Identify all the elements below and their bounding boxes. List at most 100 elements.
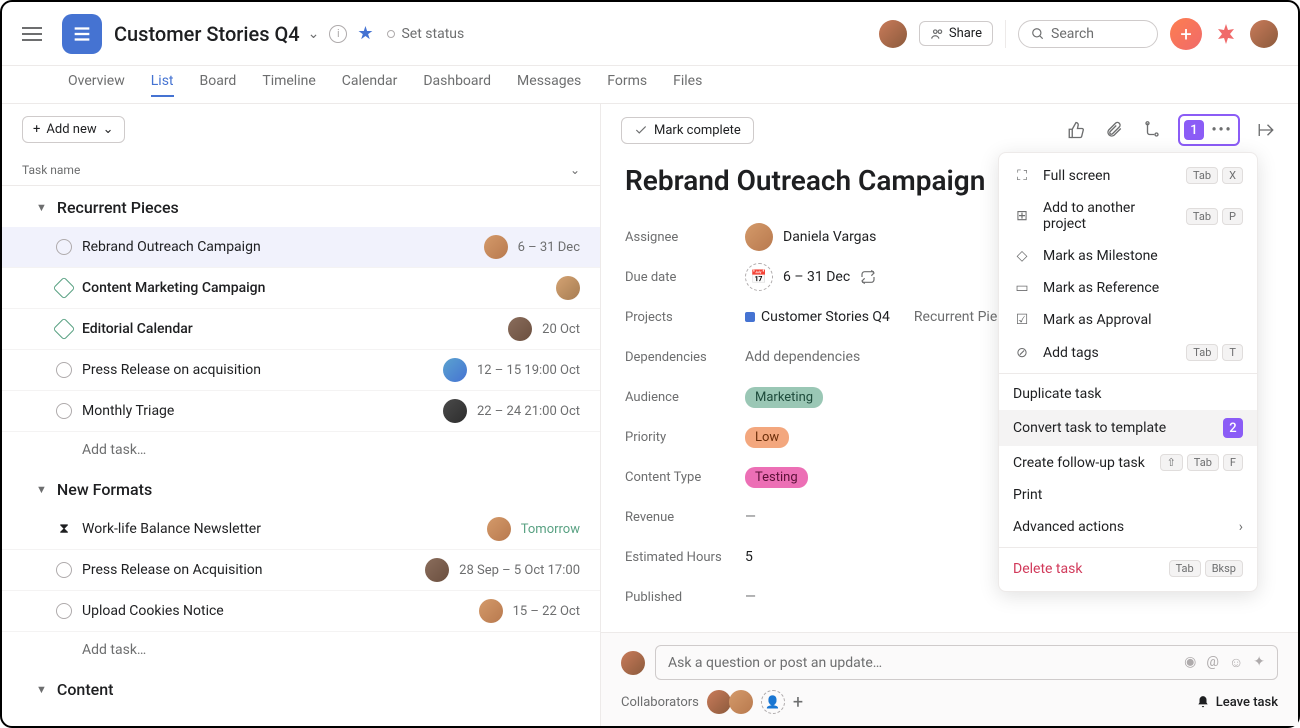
tab-calendar[interactable]: Calendar [342, 73, 398, 97]
menu-item[interactable]: ⊞Add to another projectTabP [999, 192, 1257, 240]
task-row[interactable]: Upload Cookies Notice15 – 22 Oct [2, 591, 600, 632]
task-row[interactable]: Monthly Triage22 – 24 21:00 Oct [2, 391, 600, 432]
published-label: Published [625, 590, 745, 605]
menu-item[interactable]: Convert task to template2 [999, 410, 1257, 446]
search-input[interactable]: Search [1018, 20, 1158, 48]
column-chevron-icon[interactable]: ⌄ [570, 163, 580, 177]
task-row[interactable]: Content Marketing Campaign [2, 268, 600, 309]
assignee-avatar[interactable] [556, 276, 580, 300]
milestone-icon[interactable] [53, 318, 76, 341]
menu-item[interactable]: ⛶Full screenTabX [999, 159, 1257, 192]
menu-item-delete[interactable]: Delete taskTabBksp [999, 552, 1257, 585]
record-icon[interactable]: ◉ [1184, 654, 1196, 671]
tab-messages[interactable]: Messages [517, 73, 581, 97]
search-icon [1031, 27, 1045, 41]
section-toggle-icon[interactable]: ▼ [36, 201, 47, 214]
task-date: 28 Sep – 5 Oct 17:00 [459, 563, 580, 578]
complete-check-icon[interactable] [56, 403, 72, 419]
info-icon[interactable]: i [329, 25, 347, 43]
revenue-value[interactable]: — [745, 509, 756, 525]
task-row[interactable]: Rebrand Outreach Campaign6 – 31 Dec [2, 227, 600, 268]
bell-icon [1196, 695, 1210, 709]
assignee-avatar[interactable] [484, 235, 508, 259]
add-task-button[interactable]: Add task… [2, 632, 600, 668]
user-avatar[interactable] [1250, 20, 1278, 48]
section-toggle-icon[interactable]: ▼ [36, 483, 47, 496]
menu-item[interactable]: Print [999, 479, 1257, 511]
assignee-label: Assignee [625, 230, 745, 245]
tab-board[interactable]: Board [200, 73, 237, 97]
assignee-avatar[interactable] [443, 399, 467, 423]
task-row[interactable]: ⧗Work-life Balance NewsletterTomorrow [2, 509, 600, 550]
task-row[interactable]: Press Release on acquisition12 – 15 19:0… [2, 350, 600, 391]
published-value[interactable]: — [745, 589, 756, 605]
menu-item[interactable]: ☑Mark as Approval [999, 304, 1257, 336]
menu-item[interactable]: ▭Mark as Reference [999, 272, 1257, 304]
add-task-button[interactable]: Add task… [2, 432, 600, 468]
tab-dashboard[interactable]: Dashboard [423, 73, 491, 97]
hours-value[interactable]: 5 [745, 549, 753, 565]
audience-tag[interactable]: Marketing [745, 387, 823, 408]
comment-input[interactable]: Ask a question or post an update… ◉ @ ☺ … [655, 645, 1278, 680]
collaborator-avatar[interactable] [707, 690, 731, 714]
assignee-value[interactable]: Daniela Vargas [745, 223, 876, 251]
assignee-avatar[interactable] [479, 599, 503, 623]
star-icon[interactable]: ★ [357, 23, 373, 44]
complete-check-icon[interactable] [56, 239, 72, 255]
mention-icon[interactable]: @ [1206, 654, 1219, 671]
section-title[interactable]: Recurrent Pieces [57, 198, 179, 217]
menu-item[interactable]: Duplicate task [999, 378, 1257, 410]
task-row[interactable]: Editorial Calendar20 Oct [2, 309, 600, 350]
tab-overview[interactable]: Overview [68, 73, 125, 97]
task-row[interactable]: Press Release on Acquisition28 Sep – 5 O… [2, 550, 600, 591]
member-avatar[interactable] [879, 20, 907, 48]
global-add-button[interactable]: + [1170, 18, 1202, 50]
complete-check-icon[interactable] [56, 362, 72, 378]
project-title[interactable]: Customer Stories Q4 [114, 22, 300, 46]
emoji-icon[interactable]: ☺ [1229, 654, 1243, 671]
menu-item[interactable]: ◇Mark as Milestone [999, 240, 1257, 272]
celebration-icon[interactable] [1214, 22, 1238, 46]
assignee-avatar[interactable] [487, 517, 511, 541]
content-type-tag[interactable]: Testing [745, 467, 808, 488]
star-reaction-icon[interactable]: ✦ [1253, 654, 1265, 671]
collaborator-avatar[interactable] [729, 690, 753, 714]
subtask-icon[interactable] [1140, 118, 1164, 142]
complete-check-icon[interactable] [56, 603, 72, 619]
set-status-button[interactable]: Set status [387, 26, 464, 42]
attachment-icon[interactable] [1102, 118, 1126, 142]
due-date-value[interactable]: 📅 6 – 31 Dec [745, 263, 876, 291]
tab-forms[interactable]: Forms [607, 73, 647, 97]
add-collaborator-placeholder[interactable]: 👤 [761, 690, 785, 714]
menu-item[interactable]: ⊘Add tagsTabT [999, 336, 1257, 369]
more-actions-button[interactable]: ••• [1210, 118, 1234, 142]
add-new-button[interactable]: + Add new ⌄ [22, 116, 125, 143]
assignee-avatar[interactable] [508, 317, 532, 341]
project-chevron-icon[interactable]: ⌄ [308, 26, 320, 42]
projects-value[interactable]: Customer Stories Q4 Recurrent Pie [745, 309, 997, 325]
assignee-avatar[interactable] [425, 558, 449, 582]
section-title[interactable]: New Formats [57, 480, 152, 499]
menu-item-advanced[interactable]: Advanced actions› [999, 511, 1257, 543]
tab-files[interactable]: Files [673, 73, 702, 97]
priority-tag[interactable]: Low [745, 427, 789, 448]
share-button[interactable]: Share [919, 21, 993, 46]
hamburger-menu[interactable] [22, 22, 46, 46]
close-panel-icon[interactable] [1254, 118, 1278, 142]
section-title[interactable]: Content [57, 680, 114, 699]
assignee-avatar[interactable] [443, 358, 467, 382]
comment-avatar [621, 651, 645, 675]
complete-check-icon[interactable] [56, 562, 72, 578]
task-date: 20 Oct [542, 322, 580, 337]
leave-task-button[interactable]: Leave task [1196, 695, 1278, 710]
tab-timeline[interactable]: Timeline [262, 73, 315, 97]
add-collaborator-button[interactable]: + [793, 692, 803, 713]
hourglass-icon[interactable]: ⧗ [56, 521, 72, 537]
milestone-icon[interactable] [53, 277, 76, 300]
mark-complete-button[interactable]: Mark complete [621, 117, 754, 144]
like-icon[interactable] [1064, 118, 1088, 142]
menu-item[interactable]: Create follow-up task⇧TabF [999, 446, 1257, 479]
section-toggle-icon[interactable]: ▼ [36, 683, 47, 696]
tab-list[interactable]: List [151, 73, 174, 97]
dependencies-value[interactable]: Add dependencies [745, 349, 860, 365]
